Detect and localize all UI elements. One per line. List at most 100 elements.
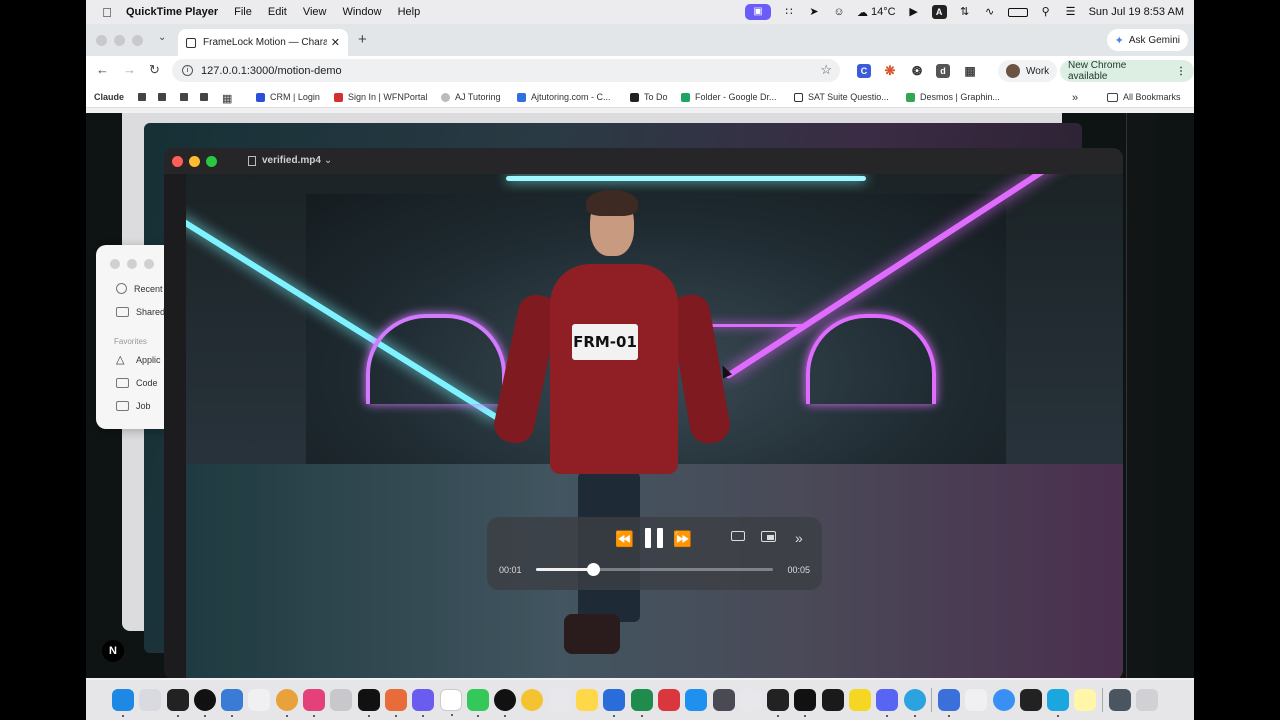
messages-dock-icon[interactable] [466,689,489,717]
scrubber-knob[interactable] [586,563,600,576]
bookmark-icon-4[interactable] [200,93,208,101]
app-store-a-dock-icon[interactable] [248,689,271,711]
finder-item-code[interactable]: Code [116,378,158,388]
bookmark-sat-suite[interactable]: SAT Suite Questio... [794,92,889,102]
more-menu-icon[interactable]: ⋮ [1176,66,1186,77]
forward-icon[interactable]: → [123,62,136,77]
chrome-dock-icon[interactable] [275,689,298,717]
claude-dock-icon[interactable] [384,689,407,717]
screenshot-dock-icon[interactable] [330,689,353,711]
qt-zoom-button[interactable] [206,156,217,167]
downloads-stack-dock-icon[interactable] [1108,689,1131,711]
bookmarks-overflow-icon[interactable]: » [1072,92,1078,104]
photos-dock-icon[interactable] [521,689,544,711]
bookmark-icon-2[interactable] [158,93,166,101]
xcode-dock-icon[interactable] [221,689,244,717]
reload-icon[interactable]: ↻ [149,62,160,78]
wifi-icon[interactable]: ∿ [983,6,997,18]
tab-search-chevron-icon[interactable]: ⌄ [158,32,166,43]
fast-forward-icon[interactable]: ⏩ [673,530,692,548]
bookmark-drive-folder[interactable]: Folder - Google Dr... [681,92,777,102]
input-source-icon[interactable]: A [931,5,947,19]
app-store-dock-icon[interactable] [685,689,708,711]
next-dev-badge[interactable]: N [102,640,124,662]
telegram-dock-icon[interactable] [903,689,926,717]
slack-dock-icon[interactable] [303,689,326,717]
finder-dock-icon[interactable] [112,689,134,717]
reminders-dock-icon[interactable] [548,689,571,711]
finder-item-job[interactable]: Job [116,401,151,411]
control-icon[interactable]: ⇅ [958,6,972,18]
airplay-icon[interactable] [731,531,745,541]
apps-grid-icon[interactable]: ▦ [222,92,232,105]
quicktime-player-dock-icon[interactable] [1047,689,1070,717]
weather-icon[interactable]: ☁ [857,6,868,19]
finder-item-applications[interactable]: △ Applic [116,355,161,366]
openai-dock-icon[interactable] [494,689,517,717]
finder-minimize-button[interactable] [127,259,137,269]
site-info-icon[interactable]: i [182,65,193,76]
finder-item-recent[interactable]: Recent [116,283,163,294]
bookmark-aj-tutoring[interactable]: AJ Tutoring [441,92,501,102]
minimize-window-button[interactable] [114,35,125,46]
menu-help[interactable]: Help [398,6,421,18]
settings-dock-icon[interactable] [739,689,762,711]
linear-dock-icon[interactable] [412,689,435,717]
figma-dock-icon[interactable] [767,689,790,717]
preview-dock-icon[interactable] [965,689,988,711]
launchpad-dock-icon[interactable] [139,689,162,711]
play-circle-icon[interactable]: ▶ [907,6,921,18]
back-icon[interactable]: ← [96,62,109,77]
notion-dock-icon[interactable] [357,689,380,717]
menu-window[interactable]: Window [342,6,381,18]
search-icon[interactable]: ⚲ [1039,6,1053,18]
menu-view[interactable]: View [303,6,327,18]
pause-button[interactable] [645,528,663,548]
address-bar[interactable]: i 127.0.0.1:3000/motion-demo ☆ [172,59,840,82]
bookmark-icon-1[interactable] [138,93,146,101]
profile-button[interactable]: Work [998,60,1058,82]
menu-edit[interactable]: Edit [268,6,287,18]
bookmark-icon-3[interactable] [180,93,188,101]
robot-icon[interactable]: ☺ [832,6,846,18]
extension-d-icon[interactable]: d [936,64,950,78]
bookmark-wfn[interactable]: Sign In | WFNPortal [334,92,427,102]
clock[interactable]: Sun Jul 19 8:53 AM [1089,6,1184,18]
bookmark-star-icon[interactable]: ☆ [820,62,832,78]
activity-monitor-dock-icon[interactable] [821,689,844,711]
control-center-icon[interactable]: ☰ [1064,6,1078,18]
live-dock-icon[interactable] [166,689,189,717]
screen-recording-icon[interactable]: ▣ [745,4,772,20]
qt-file-title[interactable]: verified.mp4 ⌄ [248,155,332,166]
battery-icon[interactable] [1007,7,1028,17]
openai-extension-icon[interactable]: ❂ [910,64,924,78]
share-more-icon[interactable]: » [795,530,803,546]
all-bookmarks[interactable]: All Bookmarks [1107,92,1181,102]
kakaotalk-dock-icon[interactable] [849,689,872,711]
c-app-dock-icon[interactable] [193,689,216,717]
app-name-menu[interactable]: QuickTime Player [126,6,218,18]
quicktime-dock-icon[interactable] [937,689,960,717]
extension-c-icon[interactable]: C [857,64,871,78]
trash-dock-icon[interactable] [1135,689,1158,711]
notes-dock-icon[interactable] [576,689,599,711]
send-icon[interactable]: ➤ [807,6,821,18]
utility-dock-icon[interactable] [712,689,735,711]
qt-close-button[interactable] [172,156,183,167]
new-tab-button[interactable]: + [358,31,367,48]
scrubber-track[interactable] [536,563,773,576]
excel-dock-icon[interactable] [630,689,653,717]
terminal-dock-icon[interactable] [794,689,817,717]
tab-close-icon[interactable]: ✕ [331,36,340,49]
bookmark-crm[interactable]: CRM | Login [256,92,320,102]
apple-icon[interactable]:  [94,5,120,20]
grid-icon[interactable]: ∷ [782,6,796,18]
powerpoint-dock-icon[interactable] [657,689,680,711]
extensions-puzzle-icon[interactable]: ▦ [963,64,977,78]
finder-close-button[interactable] [110,259,120,269]
bookmark-claude[interactable]: Claude [94,92,124,102]
bookmark-desmos[interactable]: Desmos | Graphin... [906,92,1000,102]
close-window-button[interactable] [96,35,107,46]
calculator-dock-icon[interactable] [1019,689,1042,711]
safari-dock-icon[interactable] [992,689,1015,711]
